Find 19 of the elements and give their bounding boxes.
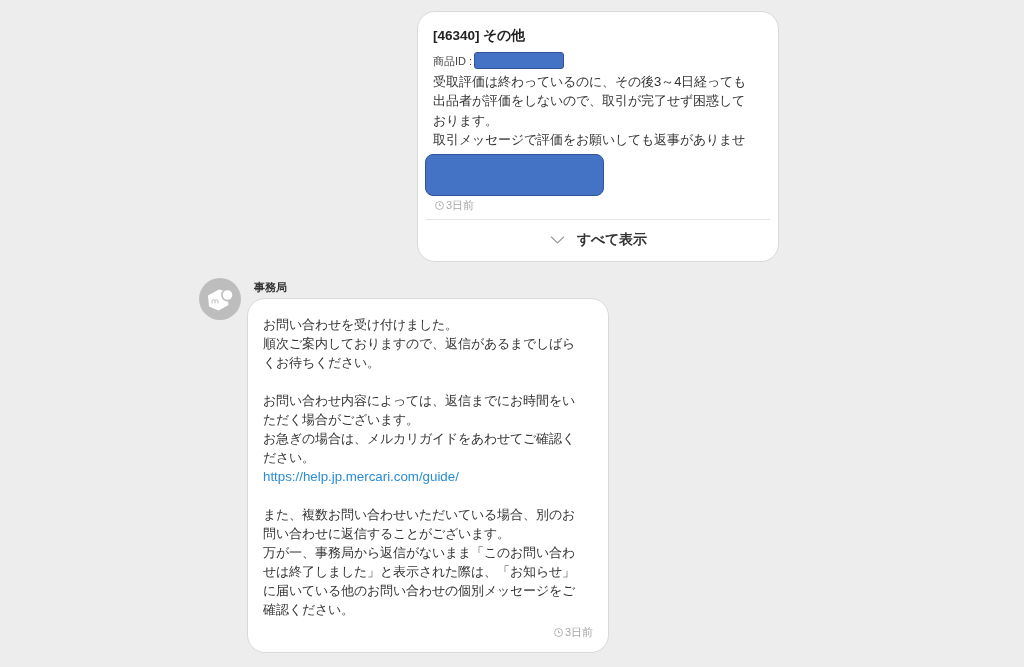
message-text: お問い合わせ内容によっては、返信までにお時間をいただく場合がございます。 [263,391,576,429]
chevron-down-icon [549,235,565,244]
guide-link[interactable]: https://help.jp.mercari.com/guide/ [263,468,459,484]
message-text: お急ぎの場合は、メルカリガイドをあわせてご確認ください。 [263,429,576,467]
timestamp: 3日前 [564,625,593,639]
message-text: 受取評価は終わっているのに、その後3～4日経っても出品者が評価をしないので、取引が完了せず困惑しております。 [433,73,748,130]
show-all-button[interactable]: すべて表示 [543,225,653,254]
sender-name: 事務局 [254,279,287,294]
timestamp: 3日前 [446,198,475,212]
clock-icon [553,627,563,637]
clock-icon [435,200,444,210]
message-text: 万が一、事務局から返信がないまま「このお問い合わせは終了しました」と表示された際は、「お知らせ」に届いている他のお問い合わせの個別メッセージをご確認ください。 [263,543,576,619]
product-id-label: 商品ID : [433,53,473,68]
message-text: 順次ご案内しておりますので、返信があるまでしばらくお待ちください。 [263,334,576,372]
message-text: お問い合わせを受け付けました。 [263,315,458,334]
message-text: また、複数お問い合わせいただいている場合、別のお問い合わせに返信することがございます。 [263,505,576,543]
message-text: 取引メッセージで評価をお願いしても返事がありませ [433,131,745,150]
avatar-icon [199,277,241,320]
inquiry-title: [46340] その他 [433,27,526,45]
